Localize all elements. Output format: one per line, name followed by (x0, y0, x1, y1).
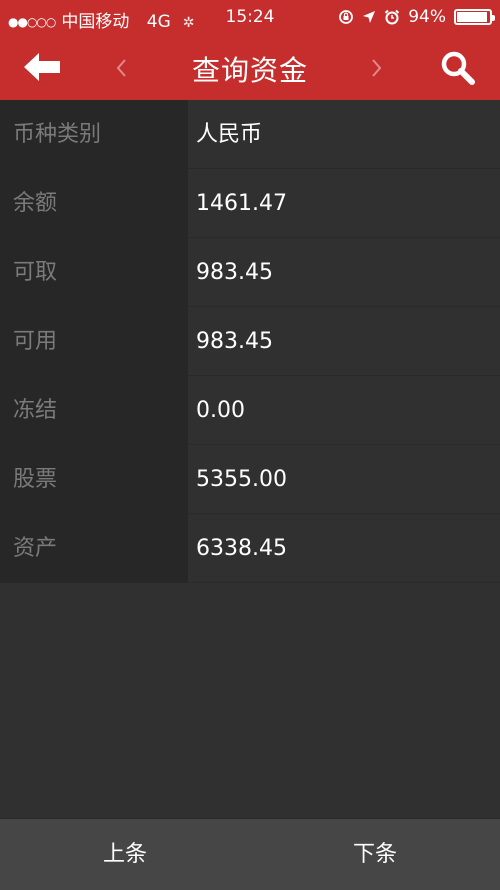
row-value: 983.45 (188, 307, 500, 376)
battery-icon (454, 9, 495, 25)
location-arrow-icon (363, 11, 376, 23)
previous-record-button[interactable]: 上条 (0, 819, 250, 890)
fund-table: 币种类别 人民币 余额 1461.47 可取 983.45 可用 983.45 … (0, 100, 500, 583)
row-label: 资产 (0, 514, 188, 583)
table-row: 股票 5355.00 (0, 445, 500, 514)
row-label: 可取 (0, 238, 188, 307)
battery-percent: 94% (408, 7, 446, 27)
search-icon[interactable] (438, 48, 478, 88)
page-title: 查询资金 (191, 54, 308, 87)
row-value: 983.45 (188, 238, 500, 307)
status-right: 94% (338, 7, 495, 27)
table-row: 余额 1461.47 (0, 169, 500, 238)
footer-bar: 上条 下条 (0, 818, 500, 890)
table-row: 可取 983.45 (0, 238, 500, 307)
row-label: 余额 (0, 169, 188, 238)
table-row: 币种类别 人民币 (0, 100, 500, 169)
row-label: 可用 (0, 307, 188, 376)
rotation-lock-icon (339, 10, 354, 24)
row-value: 5355.00 (188, 445, 500, 514)
nav-bar: 查询资金 (0, 36, 500, 100)
chevron-right-icon[interactable] (364, 56, 388, 80)
status-bar: ●●○○○ 中国移动 4G ✲ 15:24 94% (0, 0, 500, 36)
app-header: ●●○○○ 中国移动 4G ✲ 15:24 94% 查询资金 (0, 0, 500, 100)
row-value: 6338.45 (188, 514, 500, 583)
battery-fill (457, 12, 488, 22)
next-record-button[interactable]: 下条 (250, 819, 500, 890)
row-label: 股票 (0, 445, 188, 514)
row-value: 人民币 (188, 100, 500, 169)
row-label: 冻结 (0, 376, 188, 445)
table-row: 资产 6338.45 (0, 514, 500, 583)
row-value: 1461.47 (188, 169, 500, 238)
table-row: 冻结 0.00 (0, 376, 500, 445)
row-label: 币种类别 (0, 100, 188, 169)
row-value: 0.00 (188, 376, 500, 445)
table-row: 可用 983.45 (0, 307, 500, 376)
alarm-clock-icon (384, 9, 400, 25)
